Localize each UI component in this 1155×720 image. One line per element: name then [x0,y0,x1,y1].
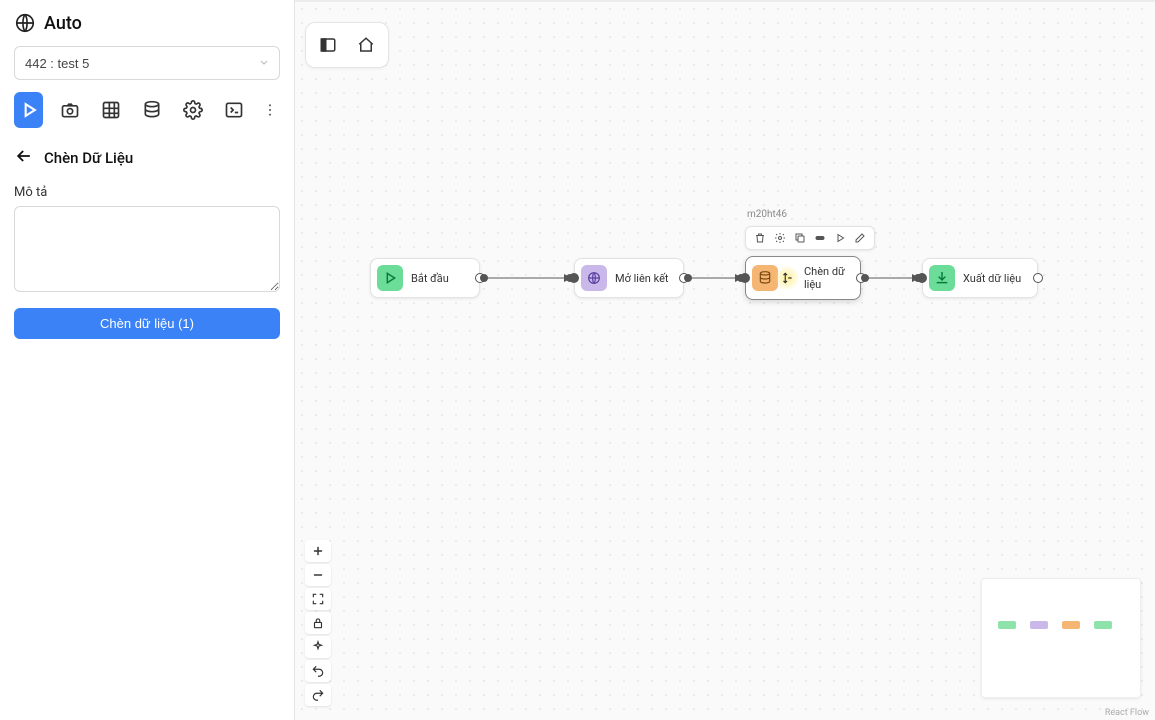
flow-canvas[interactable]: Bắt đầu Mở liên kết m20ht46 Chèn dữ liệu… [295,0,1155,720]
run-node-button[interactable] [832,230,848,246]
node-insert-data[interactable]: Chèn dữ liệu [745,256,861,300]
grid-button[interactable] [96,92,125,128]
redo-button[interactable] [305,684,331,706]
run-button[interactable] [14,92,43,128]
delete-node-button[interactable] [752,230,768,246]
edge-start-to-open[interactable] [484,277,570,279]
database-icon [752,265,778,291]
node-label: Xuất dữ liệu [963,272,1021,285]
toggle-panel-button[interactable] [312,29,344,61]
zoom-out-button[interactable] [305,564,331,586]
panel-title: Chèn Dữ Liệu [44,149,133,167]
globe-icon [14,12,36,34]
description-label: Mô tả [14,185,280,200]
sidebar-toolbar [14,92,280,128]
back-button[interactable] [14,146,34,169]
database-button[interactable] [137,92,166,128]
node-settings-button[interactable] [772,230,788,246]
node-toolbar [745,226,875,250]
node-export-data[interactable]: Xuất dữ liệu [922,258,1038,298]
settings-button[interactable] [178,92,207,128]
minimap-node [1094,621,1112,629]
fit-view-button[interactable] [305,588,331,610]
undo-button[interactable] [305,660,331,682]
toggle-node-button[interactable] [812,230,828,246]
minimap[interactable] [981,578,1141,698]
sidebar: Auto 442 : test 5 [0,0,295,720]
minimap-node [1030,621,1048,629]
node-start[interactable]: Bắt đầu [370,258,480,298]
insert-data-button[interactable]: Chèn dữ liệu (1) [14,308,280,339]
more-button[interactable] [261,92,280,128]
download-icon [929,265,955,291]
description-textarea[interactable] [14,206,280,292]
node-label: Chèn dữ liệu [804,265,850,291]
zoom-in-button[interactable] [305,540,331,562]
panel-header: Chèn Dữ Liệu [14,146,280,169]
lock-button[interactable] [305,612,331,634]
project-select-wrap: 442 : test 5 [14,46,280,80]
globe-icon [581,265,607,291]
canvas-topbar [305,22,389,68]
minimap-node [1062,621,1080,629]
zoom-controls [305,540,331,706]
node-id-tag: m20ht46 [747,209,787,220]
brand: Auto [14,12,280,34]
home-button[interactable] [350,29,382,61]
minimap-nodes [998,621,1112,629]
duplicate-node-button[interactable] [792,230,808,246]
brand-title: Auto [44,13,82,34]
terminal-button[interactable] [219,92,248,128]
node-open-link[interactable]: Mở liên kết [574,258,684,298]
attribution: React Flow [1105,708,1149,718]
edge-open-to-insert[interactable] [688,277,741,279]
minimap-node [998,621,1016,629]
port-out[interactable] [1033,273,1043,283]
camera-button[interactable] [55,92,84,128]
play-icon [377,265,403,291]
node-label: Mở liên kết [615,272,669,285]
node-label: Bắt đầu [411,272,449,285]
magic-button[interactable] [305,636,331,658]
project-select[interactable]: 442 : test 5 [14,46,280,80]
edge-insert-to-export[interactable] [865,277,918,279]
edit-node-button[interactable] [852,230,868,246]
